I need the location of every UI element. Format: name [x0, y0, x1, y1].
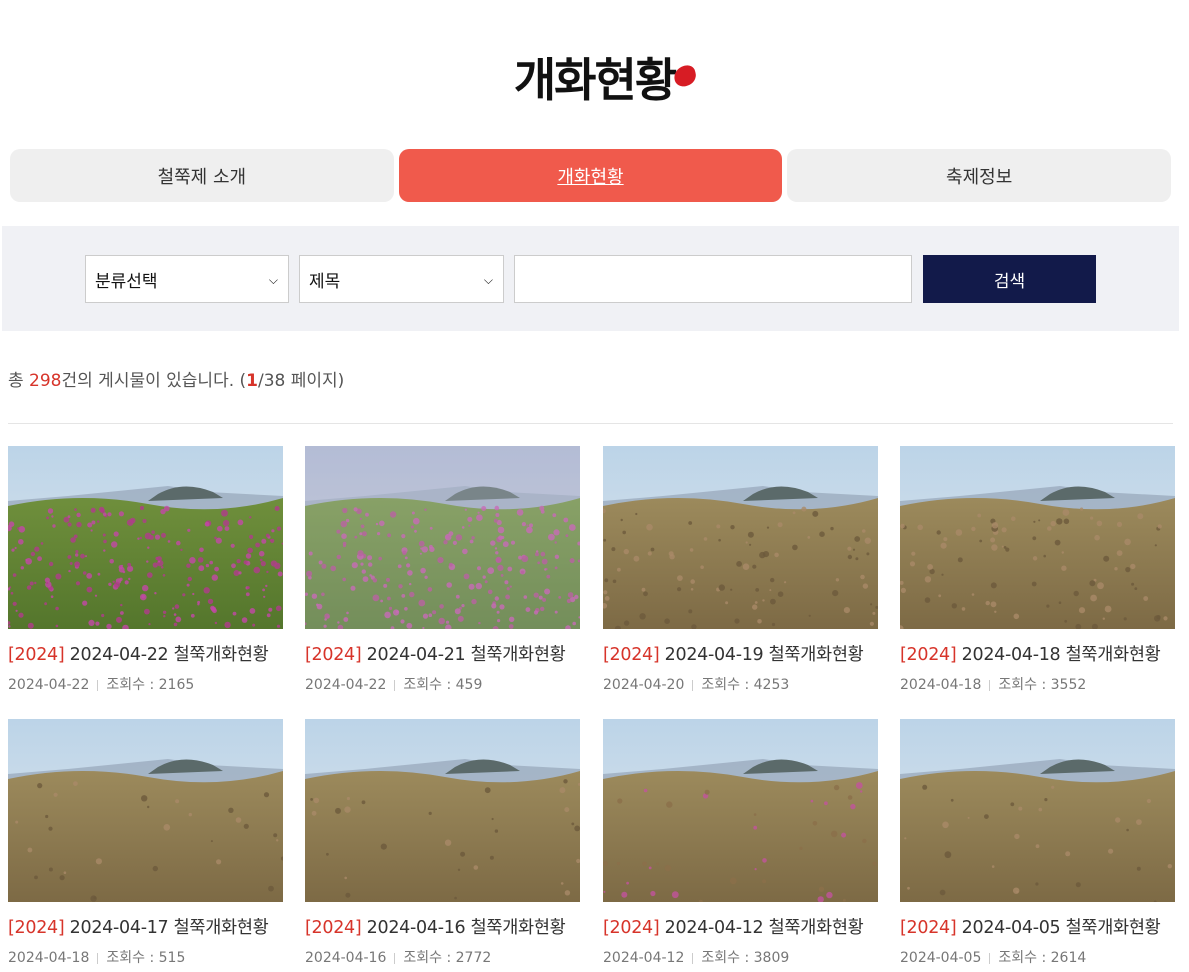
post-thumbnail[interactable]	[305, 446, 580, 629]
post-views: 조회수 : 3809	[701, 950, 790, 966]
post-date: 2024-04-22	[305, 677, 387, 693]
post-views: 조회수 : 4253	[701, 677, 790, 693]
field-select[interactable]: 제목 ⌵	[299, 255, 504, 303]
post-card[interactable]: [2024] 2024-04-18 철쭉개화현황 2024-04-18 조회수 :…	[900, 446, 1175, 694]
search-button[interactable]: 검색	[923, 255, 1096, 303]
post-thumbnail[interactable]	[8, 719, 283, 902]
summary-middle: 건의 게시물이 있습니다. (	[61, 371, 247, 391]
post-date: 2024-04-16	[305, 950, 387, 966]
post-year-tag: [2024]	[603, 918, 660, 938]
summary-prefix: 총	[8, 371, 30, 391]
post-year-tag: [2024]	[603, 645, 660, 665]
total-count: 298	[29, 371, 62, 391]
meta-separator	[394, 952, 396, 964]
post-title[interactable]: [2024] 2024-04-16 철쭉개화현황	[305, 914, 580, 939]
meta-separator	[989, 679, 991, 691]
post-thumbnail[interactable]	[900, 719, 1175, 902]
post-meta: 2024-04-20 조회수 : 4253	[603, 674, 878, 694]
post-year-tag: [2024]	[900, 918, 957, 938]
post-meta: 2024-04-18 조회수 : 515	[8, 947, 283, 967]
post-thumbnail[interactable]	[305, 719, 580, 902]
post-title-text: 2024-04-05 철쭉개화현황	[961, 918, 1161, 938]
page-title-wrap: 개화현황	[0, 44, 1189, 110]
post-title-text: 2024-04-12 철쭉개화현황	[664, 918, 864, 938]
post-views: 조회수 : 459	[403, 677, 483, 693]
post-views: 조회수 : 2165	[106, 677, 195, 693]
field-select-value: 제목	[309, 271, 341, 292]
meta-separator	[989, 952, 991, 964]
current-page: 1	[246, 371, 258, 391]
post-views: 조회수 : 2614	[998, 950, 1087, 966]
post-thumbnail[interactable]	[8, 446, 283, 629]
category-select-value: 분류선택	[95, 271, 158, 292]
post-meta: 2024-04-18 조회수 : 3552	[900, 674, 1175, 694]
divider	[8, 423, 1173, 424]
post-year-tag: [2024]	[900, 645, 957, 665]
tab-festival-info[interactable]: 축제정보	[787, 149, 1172, 202]
post-card[interactable]: [2024] 2024-04-19 철쭉개화현황 2024-04-20 조회수 :…	[603, 446, 878, 694]
post-title[interactable]: [2024] 2024-04-17 철쭉개화현황	[8, 914, 283, 939]
post-card[interactable]: [2024] 2024-04-21 철쭉개화현황 2024-04-22 조회수 :…	[305, 446, 580, 694]
post-title[interactable]: [2024] 2024-04-12 철쭉개화현황	[603, 914, 878, 939]
post-meta: 2024-04-12 조회수 : 3809	[603, 947, 878, 967]
post-title[interactable]: [2024] 2024-04-21 철쭉개화현황	[305, 641, 580, 666]
post-meta: 2024-04-05 조회수 : 2614	[900, 947, 1175, 967]
post-title-text: 2024-04-18 철쭉개화현황	[961, 645, 1161, 665]
post-card[interactable]: [2024] 2024-04-16 철쭉개화현황 2024-04-16 조회수 :…	[305, 719, 580, 967]
post-card[interactable]: [2024] 2024-04-12 철쭉개화현황 2024-04-12 조회수 :…	[603, 719, 878, 967]
post-year-tag: [2024]	[305, 918, 362, 938]
post-title[interactable]: [2024] 2024-04-18 철쭉개화현황	[900, 641, 1175, 666]
post-card[interactable]: [2024] 2024-04-22 철쭉개화현황 2024-04-22 조회수 :…	[8, 446, 283, 694]
post-year-tag: [2024]	[305, 645, 362, 665]
post-title-text: 2024-04-17 철쭉개화현황	[69, 918, 269, 938]
post-title-text: 2024-04-16 철쭉개화현황	[366, 918, 566, 938]
post-views: 조회수 : 2772	[403, 950, 492, 966]
post-card[interactable]: [2024] 2024-04-05 철쭉개화현황 2024-04-05 조회수 :…	[900, 719, 1175, 967]
post-card[interactable]: [2024] 2024-04-17 철쭉개화현황 2024-04-18 조회수 :…	[8, 719, 283, 967]
chevron-down-icon: ⌵	[268, 273, 278, 287]
post-count-summary: 총 298건의 게시물이 있습니다. (1/38 페이지)	[8, 366, 344, 391]
post-year-tag: [2024]	[8, 645, 65, 665]
post-meta: 2024-04-22 조회수 : 2165	[8, 674, 283, 694]
post-title[interactable]: [2024] 2024-04-05 철쭉개화현황	[900, 914, 1175, 939]
post-meta: 2024-04-22 조회수 : 459	[305, 674, 580, 694]
category-select[interactable]: 분류선택 ⌵	[85, 255, 289, 303]
meta-separator	[692, 952, 694, 964]
post-date: 2024-04-20	[603, 677, 685, 693]
post-year-tag: [2024]	[8, 918, 65, 938]
post-views: 조회수 : 3552	[998, 677, 1087, 693]
post-title-text: 2024-04-19 철쭉개화현황	[664, 645, 864, 665]
post-date: 2024-04-22	[8, 677, 90, 693]
meta-separator	[692, 679, 694, 691]
search-panel: 분류선택 ⌵ 제목 ⌵ 검색	[2, 226, 1179, 331]
post-date: 2024-04-18	[8, 950, 90, 966]
post-date: 2024-04-12	[603, 950, 685, 966]
post-title[interactable]: [2024] 2024-04-19 철쭉개화현황	[603, 641, 878, 666]
post-thumbnail[interactable]	[603, 719, 878, 902]
post-views: 조회수 : 515	[106, 950, 186, 966]
post-date: 2024-04-18	[900, 677, 982, 693]
chevron-down-icon: ⌵	[483, 273, 493, 287]
post-thumbnail[interactable]	[603, 446, 878, 629]
pages-suffix: /38 페이지)	[258, 371, 345, 391]
meta-separator	[394, 679, 396, 691]
post-thumbnail[interactable]	[900, 446, 1175, 629]
tab-bar: 철쭉제 소개 개화현황 축제정보	[10, 149, 1172, 202]
meta-separator	[97, 679, 99, 691]
tab-bloom-status[interactable]: 개화현황	[398, 149, 783, 202]
meta-separator	[97, 952, 99, 964]
post-title-text: 2024-04-22 철쭉개화현황	[69, 645, 269, 665]
post-date: 2024-04-05	[900, 950, 982, 966]
search-input[interactable]	[514, 255, 912, 303]
post-meta: 2024-04-16 조회수 : 2772	[305, 947, 580, 967]
tab-festival-intro[interactable]: 철쭉제 소개	[10, 149, 394, 202]
post-title-text: 2024-04-21 철쭉개화현황	[366, 645, 566, 665]
post-title[interactable]: [2024] 2024-04-22 철쭉개화현황	[8, 641, 283, 666]
page-title: 개화현황	[513, 53, 677, 107]
